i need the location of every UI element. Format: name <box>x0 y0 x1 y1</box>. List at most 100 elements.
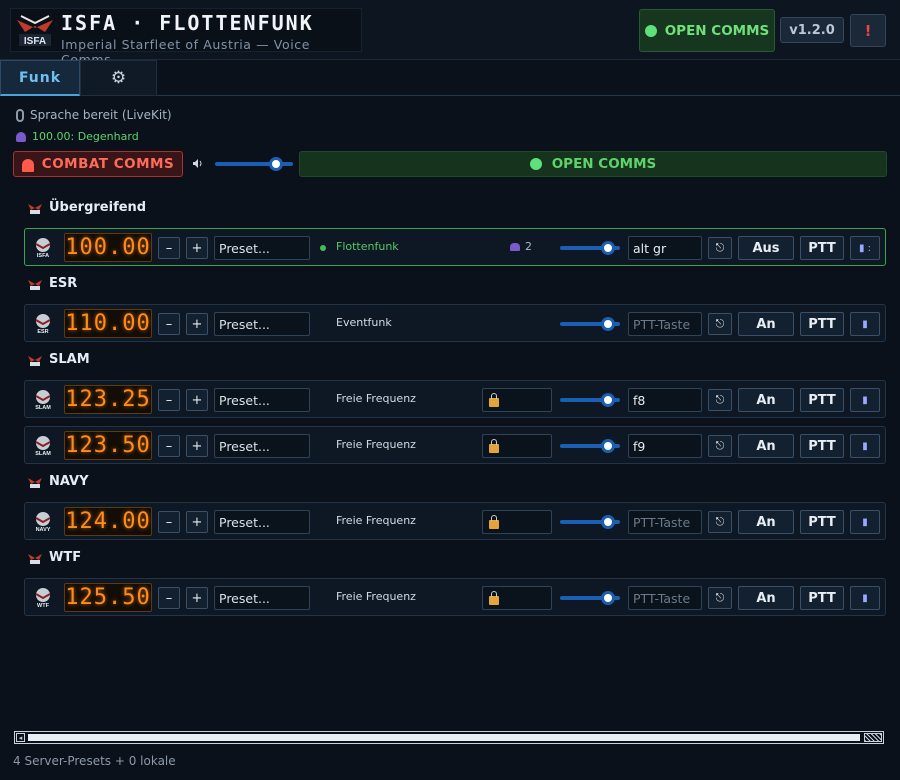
section-title: WTF <box>49 550 82 565</box>
password-field[interactable] <box>482 388 552 412</box>
slider-knob[interactable] <box>601 515 615 529</box>
scroll-right-icon[interactable] <box>864 733 882 742</box>
frequency-display[interactable]: 123.50 <box>64 431 152 460</box>
frequency-decrement-button[interactable]: – <box>158 313 180 335</box>
password-field[interactable] <box>482 586 552 610</box>
master-volume-slider[interactable] <box>215 157 293 171</box>
password-field[interactable] <box>482 510 552 534</box>
ptt-key-field[interactable]: PTT-Taste <box>628 510 702 534</box>
ptt-reset-icon[interactable]: ⎋ <box>708 435 732 457</box>
ptt-button[interactable]: PTT <box>800 312 844 336</box>
ptt-key-field[interactable]: PTT-Taste <box>628 312 702 336</box>
channel-toggle-button[interactable]: An <box>738 510 794 534</box>
section-title: ESR <box>49 276 78 291</box>
channel-options-button[interactable]: ▮ <box>850 434 880 458</box>
slider-knob[interactable] <box>601 317 615 331</box>
ptt-reset-icon[interactable]: ⎋ <box>708 313 732 335</box>
tab-settings[interactable]: ⚙ <box>80 60 157 96</box>
frequency-decrement-button[interactable]: – <box>158 587 180 609</box>
active-dot-icon <box>320 245 326 251</box>
channel-options-button[interactable]: ▮ <box>850 388 880 412</box>
svg-text:NAVY: NAVY <box>36 527 51 532</box>
ptt-reset-icon[interactable]: ⎋ <box>708 389 732 411</box>
channel-volume-slider[interactable] <box>560 515 620 529</box>
ptt-reset-icon[interactable]: ⎋ <box>708 237 732 259</box>
frequency-decrement-button[interactable]: – <box>158 237 180 259</box>
channel-toggle-button[interactable]: An <box>738 586 794 610</box>
frequency-display[interactable]: 123.25 <box>64 385 152 414</box>
frequency-display[interactable]: 100.00 <box>64 233 152 262</box>
channel-toggle-button[interactable]: An <box>738 312 794 336</box>
scroll-left-icon[interactable]: ◂ <box>16 733 25 742</box>
frequency-decrement-button[interactable]: – <box>158 389 180 411</box>
voice-status-text: Sprache bereit (LiveKit) <box>30 108 172 122</box>
channel-name: Eventfunk <box>336 316 392 329</box>
scrollbar-thumb[interactable] <box>28 734 860 741</box>
channel-name: Freie Frequenz <box>336 438 416 451</box>
ptt-button[interactable]: PTT <box>800 434 844 458</box>
slider-knob[interactable] <box>601 439 615 453</box>
frequency-decrement-button[interactable]: – <box>158 511 180 533</box>
frequency-display[interactable]: 125.50 <box>64 583 152 612</box>
channel-options-button[interactable]: ▮ <box>850 510 880 534</box>
user-status: 100.00: Degenhard <box>16 130 139 143</box>
slider-knob[interactable] <box>601 241 615 255</box>
channel-toggle-button[interactable]: An <box>738 434 794 458</box>
channel-volume-slider[interactable] <box>560 591 620 605</box>
section-header: Übergreifend <box>27 200 146 215</box>
open-comms-button[interactable]: OPEN COMMS <box>299 151 887 177</box>
channel-toggle-button[interactable]: An <box>738 388 794 412</box>
warning-button[interactable]: ! <box>850 14 886 47</box>
channel-logo-icon: NAVY <box>32 510 54 532</box>
tab-funk[interactable]: Funk <box>0 60 80 96</box>
slider-knob[interactable] <box>269 157 283 171</box>
brand-panel: ISFA ISFA · FLOTTENFUNK Imperial Starfle… <box>10 8 362 67</box>
channel-logo-icon: SLAM <box>32 434 54 456</box>
version-badge[interactable]: v1.2.0 <box>780 17 844 43</box>
ptt-key-field[interactable]: PTT-Taste <box>628 586 702 610</box>
channel-options-button[interactable]: ▮ : <box>850 236 880 260</box>
password-field[interactable] <box>482 434 552 458</box>
channel-options-button[interactable]: ▮ <box>850 312 880 336</box>
channel-toggle-button[interactable]: Aus <box>738 236 794 260</box>
ptt-key-field[interactable]: f9 <box>628 434 702 458</box>
frequency-increment-button[interactable]: + <box>186 389 208 411</box>
channel-volume-slider[interactable] <box>560 317 620 331</box>
slider-knob[interactable] <box>601 591 615 605</box>
ptt-button[interactable]: PTT <box>800 510 844 534</box>
preset-select[interactable]: Preset... <box>214 434 310 458</box>
header-open-comms-button[interactable]: OPEN COMMS <box>639 9 775 52</box>
channel-volume-slider[interactable] <box>560 241 620 255</box>
frequency-increment-button[interactable]: + <box>186 587 208 609</box>
horizontal-scrollbar[interactable]: ◂ <box>14 731 884 744</box>
frequency-increment-button[interactable]: + <box>186 511 208 533</box>
frequency-increment-button[interactable]: + <box>186 237 208 259</box>
slider-knob[interactable] <box>601 393 615 407</box>
status-dot-icon <box>644 24 657 37</box>
ptt-button[interactable]: PTT <box>800 388 844 412</box>
preset-select[interactable]: Preset... <box>214 236 310 260</box>
channel-volume-slider[interactable] <box>560 439 620 453</box>
frequency-display[interactable]: 110.00 <box>64 309 152 338</box>
lock-icon <box>489 590 499 605</box>
ptt-button[interactable]: PTT <box>800 236 844 260</box>
frequency-display[interactable]: 124.00 <box>64 507 152 536</box>
ptt-key-field[interactable]: f8 <box>628 388 702 412</box>
ptt-reset-icon[interactable]: ⎋ <box>708 511 732 533</box>
frequency-decrement-button[interactable]: – <box>158 435 180 457</box>
frequency-increment-button[interactable]: + <box>186 313 208 335</box>
frequency-increment-button[interactable]: + <box>186 435 208 457</box>
preset-select[interactable]: Preset... <box>214 586 310 610</box>
channel-volume-slider[interactable] <box>560 393 620 407</box>
ptt-reset-icon[interactable]: ⎋ <box>708 587 732 609</box>
channel-logo-icon: SLAM <box>32 388 54 410</box>
channel-options-button[interactable]: ▮ <box>850 586 880 610</box>
svg-text:ISFA: ISFA <box>37 253 49 258</box>
preset-select[interactable]: Preset... <box>214 312 310 336</box>
ptt-button[interactable]: PTT <box>800 586 844 610</box>
preset-select[interactable]: Preset... <box>214 510 310 534</box>
combat-comms-button[interactable]: COMBAT COMMS <box>13 151 183 177</box>
ptt-key-field[interactable]: alt gr <box>628 236 702 260</box>
user-icon <box>16 131 26 142</box>
preset-select[interactable]: Preset... <box>214 388 310 412</box>
